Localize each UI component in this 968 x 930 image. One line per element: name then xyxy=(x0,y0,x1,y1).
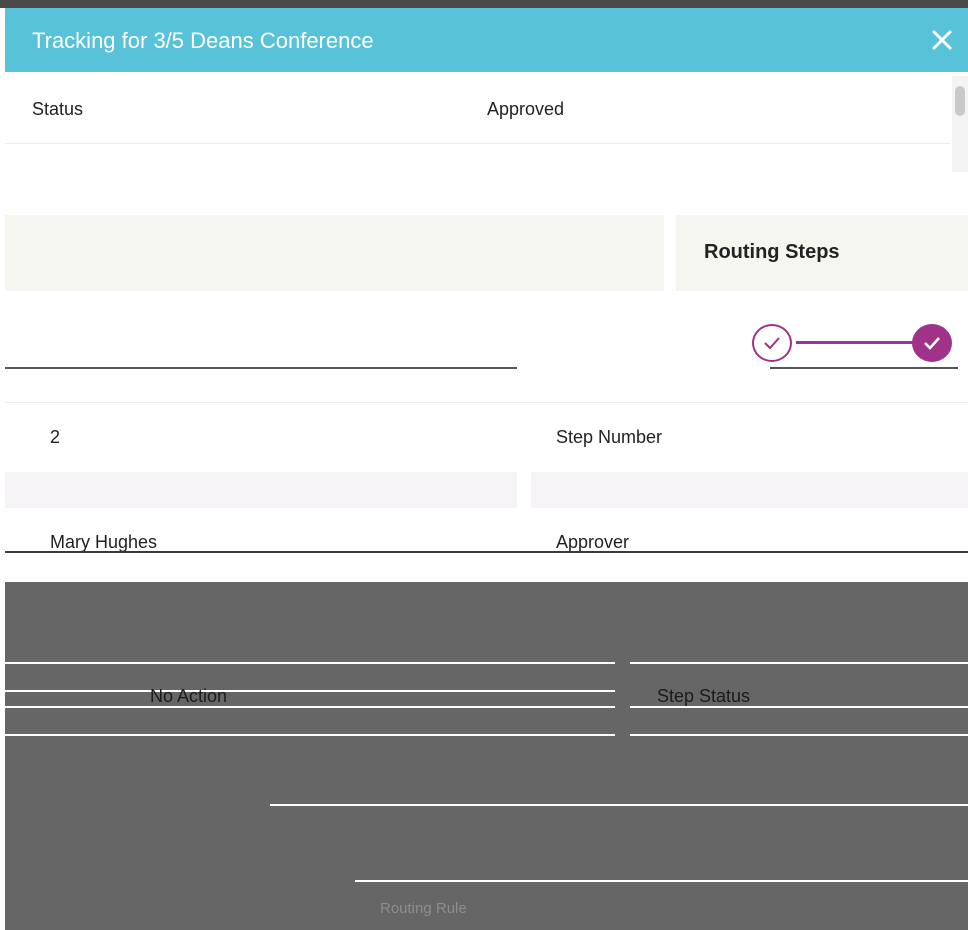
cut-off-row xyxy=(5,144,950,178)
step-number-label: Step Number xyxy=(556,427,663,447)
divider xyxy=(630,734,968,736)
divider xyxy=(5,367,517,369)
divider xyxy=(5,551,968,553)
step-number-value: 2 xyxy=(50,427,61,447)
scrollbar[interactable] xyxy=(952,76,968,172)
check-circle-filled-icon xyxy=(924,337,940,350)
dialog-title: Tracking for 3/5 Deans Conference xyxy=(32,28,374,53)
approver-value: Mary Hughes xyxy=(50,532,158,552)
divider xyxy=(770,367,958,369)
step-2-button[interactable] xyxy=(912,324,952,362)
check-circle-outline-icon xyxy=(764,337,780,350)
step-status-value: No Action xyxy=(150,686,228,706)
step-connector xyxy=(796,341,914,344)
row-shade xyxy=(5,472,517,508)
row-separator xyxy=(5,402,968,403)
step-1-button[interactable] xyxy=(752,324,792,362)
close-button[interactable] xyxy=(928,26,956,54)
status-label: Status xyxy=(32,99,84,119)
divider xyxy=(5,690,615,692)
step-status-label: Step Status xyxy=(657,686,751,706)
divider xyxy=(5,706,615,708)
divider xyxy=(270,804,968,806)
divider xyxy=(630,662,968,664)
window-top-strip xyxy=(0,0,968,8)
dialog-header: Tracking for 3/5 Deans Conference xyxy=(5,8,968,72)
divider xyxy=(5,734,615,736)
status-row: Status Approved xyxy=(5,72,950,144)
scrollbar-thumb[interactable] xyxy=(955,86,965,116)
routing-steps-title: Routing Steps xyxy=(704,241,840,263)
routing-stepper xyxy=(752,322,958,362)
routing-rule-label: Routing Rule xyxy=(380,900,467,917)
rendering-artifact-area: No Action Step Status Routing Rule xyxy=(5,582,968,930)
close-icon xyxy=(931,29,953,51)
status-value: Approved xyxy=(487,99,565,119)
divider xyxy=(5,662,615,664)
divider xyxy=(355,880,968,882)
row-shade xyxy=(531,472,968,508)
details-panel-header xyxy=(5,215,664,291)
approver-label: Approver xyxy=(556,532,630,552)
routing-panel-header: Routing Steps xyxy=(676,215,968,291)
